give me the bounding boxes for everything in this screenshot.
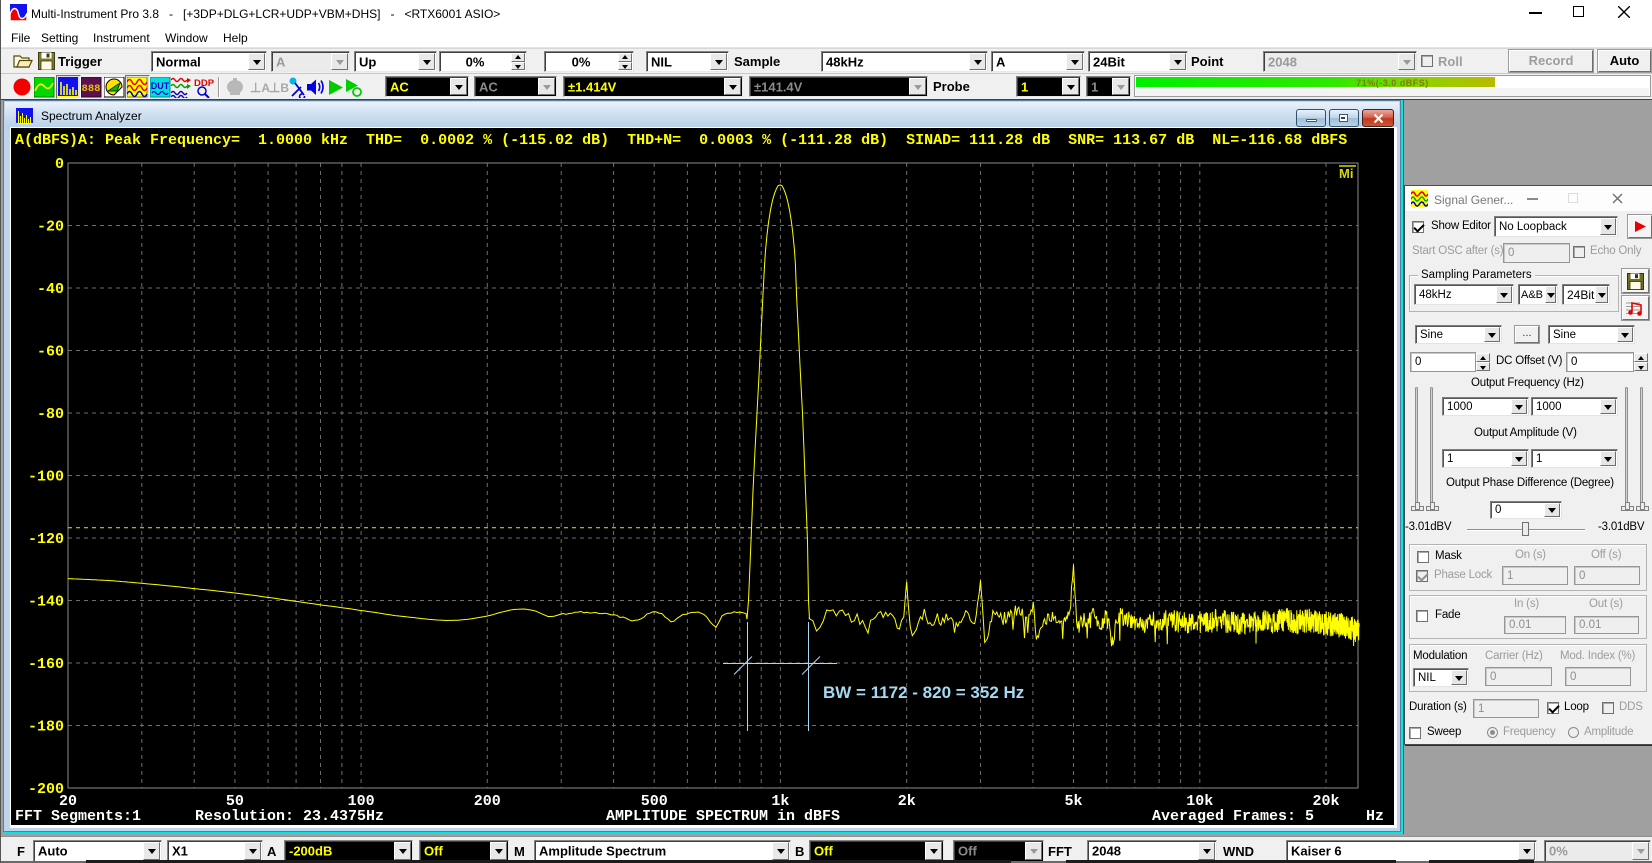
svg-text:0: 0: [55, 156, 64, 173]
svg-text:-80: -80: [37, 406, 64, 423]
svg-text:200: 200: [474, 793, 501, 810]
svg-text:-20: -20: [37, 219, 64, 236]
svg-text:-60: -60: [37, 344, 64, 361]
svg-text:2k: 2k: [898, 793, 916, 810]
svg-text:DUT: DUT: [151, 81, 170, 91]
svg-text:-100: -100: [28, 469, 64, 486]
svg-text:20k: 20k: [1312, 793, 1339, 810]
svg-text:-180: -180: [28, 719, 64, 736]
svg-text:Mi: Mi: [1339, 166, 1353, 181]
svg-text:-160: -160: [28, 656, 64, 673]
svg-text:-40: -40: [37, 281, 64, 298]
svg-text:888: 888: [82, 83, 101, 95]
svg-text:5k: 5k: [1064, 793, 1082, 810]
svg-text:-140: -140: [28, 594, 64, 611]
svg-text:-120: -120: [28, 531, 64, 548]
